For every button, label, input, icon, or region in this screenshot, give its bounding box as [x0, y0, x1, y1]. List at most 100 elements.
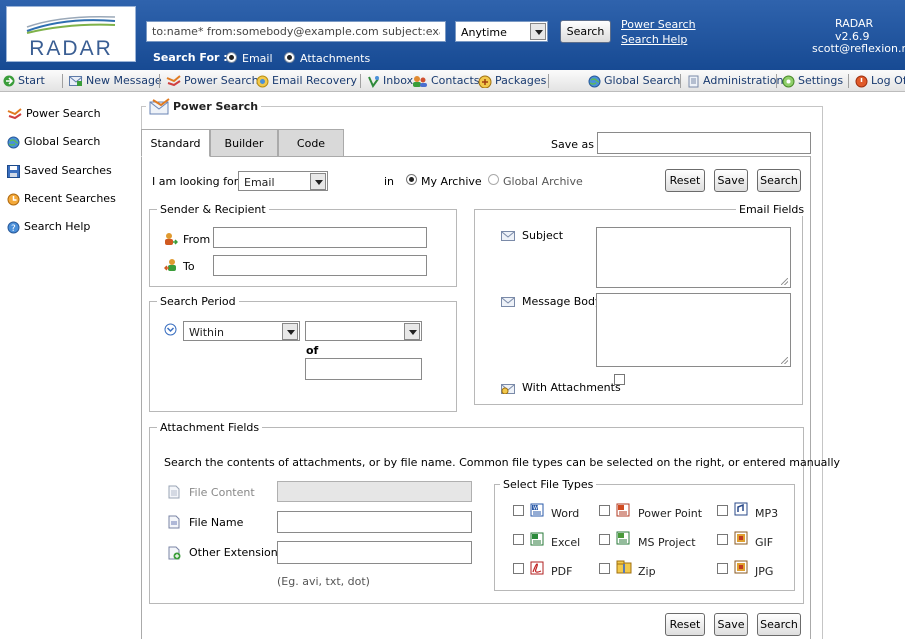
file-content-icon	[168, 485, 180, 499]
other-extension-label: Other Extension	[189, 546, 278, 559]
toolbar-power-search-label: Power Search	[184, 74, 259, 87]
toolbar-log-off[interactable]: Log Off	[855, 74, 905, 90]
search-help-link[interactable]: Search Help	[621, 33, 687, 46]
period-select[interactable]: Anytime	[455, 21, 548, 42]
zip-icon	[616, 560, 632, 574]
email-recovery-icon	[256, 75, 269, 87]
toolbar-inbox[interactable]: Inbox	[367, 74, 413, 90]
file-name-input[interactable]	[277, 511, 472, 533]
period-amount-input[interactable]	[305, 358, 422, 380]
filetype-mp3-label: MP3	[755, 507, 779, 520]
tab-builder[interactable]: Builder	[210, 129, 278, 157]
mp3-icon	[734, 502, 748, 516]
save-button[interactable]: Save	[714, 169, 748, 192]
toolbar-settings-label: Settings	[798, 74, 844, 87]
powerpoint-icon	[616, 503, 630, 517]
toolbar-contacts[interactable]: Contacts	[412, 74, 480, 90]
toolbar-global-search[interactable]: Global Search	[588, 74, 680, 90]
toolbar-power-search[interactable]: Power Search	[166, 74, 259, 90]
in-label: in	[384, 175, 395, 188]
power-search-envelope-icon	[149, 98, 170, 115]
period-type-value: Within	[189, 326, 225, 339]
main-toolbar: Start New Message Power Search Email Rec…	[0, 70, 905, 92]
sidebar-item-global-search[interactable]: Global Search	[7, 135, 100, 151]
word-icon: W	[530, 503, 544, 517]
toolbar-email-recovery[interactable]: Email Recovery	[256, 74, 357, 90]
chevron-down-icon[interactable]	[530, 23, 546, 40]
excel-icon	[530, 532, 544, 546]
period-toggle-icon[interactable]	[164, 323, 177, 336]
toolbar-packages-label: Packages	[495, 74, 547, 87]
period-type-select[interactable]: Within	[183, 321, 300, 341]
power-search-link[interactable]: Power Search	[621, 18, 696, 31]
power-search-icon	[7, 108, 22, 120]
period-select-value: Anytime	[461, 26, 507, 39]
filetype-msproject-checkbox[interactable]	[599, 534, 610, 545]
with-attachments-label: With Attachments	[522, 381, 621, 394]
other-extension-input[interactable]	[277, 541, 472, 564]
toolbar-packages[interactable]: Packages	[478, 74, 546, 90]
toolbar-log-off-label: Log Off	[871, 74, 905, 87]
from-person-icon	[165, 233, 178, 245]
filetype-word-checkbox[interactable]	[513, 505, 524, 516]
search-button-bottom[interactable]: Search	[757, 613, 801, 636]
new-message-icon	[69, 76, 83, 86]
subject-label: Subject	[522, 229, 564, 242]
subject-textarea[interactable]	[596, 227, 791, 288]
toolbar-start[interactable]: Start	[3, 74, 45, 90]
chevron-down-icon[interactable]	[310, 173, 326, 190]
search-email-radio[interactable]	[226, 52, 237, 63]
tab-code[interactable]: Code	[278, 129, 344, 157]
toolbar-settings[interactable]: Settings	[782, 74, 843, 90]
quick-search-button[interactable]: Search	[560, 20, 611, 43]
gif-icon	[734, 531, 748, 545]
toolbar-administration[interactable]: Administration	[687, 74, 784, 90]
reset-button-bottom[interactable]: Reset	[665, 613, 705, 636]
filetype-jpg-checkbox[interactable]	[717, 563, 728, 574]
filetype-zip-checkbox[interactable]	[599, 563, 610, 574]
toolbar-administration-label: Administration	[703, 74, 784, 87]
save-as-input[interactable]	[597, 132, 811, 154]
filetype-mp3-checkbox[interactable]	[717, 505, 728, 516]
sidebar-item-saved-searches[interactable]: Saved Searches	[7, 164, 112, 180]
of-label: of	[306, 344, 319, 357]
global-archive-radio[interactable]	[488, 174, 499, 185]
message-body-textarea[interactable]	[596, 293, 791, 367]
sidebar-item-recent-searches[interactable]: Recent Searches	[7, 192, 116, 208]
reset-button[interactable]: Reset	[665, 169, 705, 192]
globe-icon	[588, 75, 601, 87]
to-input[interactable]	[213, 255, 427, 276]
search-button[interactable]: Search	[757, 169, 801, 192]
filetype-msproject-label: MS Project	[638, 536, 696, 549]
toolbar-start-label: Start	[18, 74, 45, 87]
contacts-icon	[413, 75, 427, 87]
save-button-bottom[interactable]: Save	[714, 613, 748, 636]
chevron-down-icon[interactable]	[404, 323, 420, 340]
chevron-down-icon[interactable]	[282, 323, 298, 340]
toolbar-new-message[interactable]: New Message	[69, 74, 162, 90]
toolbar-contacts-label: Contacts	[431, 74, 480, 87]
quick-search-input[interactable]	[146, 21, 446, 42]
power-search-icon	[166, 75, 181, 87]
looking-for-select[interactable]: Email	[238, 171, 328, 191]
sidebar-item-power-search[interactable]: Power Search	[7, 107, 101, 123]
filetype-powerpoint-checkbox[interactable]	[599, 505, 610, 516]
filetype-pdf-checkbox[interactable]	[513, 563, 524, 574]
toolbar-global-search-label: Global Search	[604, 74, 681, 87]
sidebar-item-search-help[interactable]: ? Search Help	[7, 220, 90, 236]
filetype-excel-checkbox[interactable]	[513, 534, 524, 545]
search-attachments-radio[interactable]	[284, 52, 295, 63]
with-attachments-checkbox[interactable]	[614, 374, 625, 385]
radar-logo[interactable]: RADAR	[6, 6, 136, 62]
filetype-gif-checkbox[interactable]	[717, 534, 728, 545]
extension-example-hint: (Eg. avi, txt, dot)	[277, 575, 370, 588]
file-content-input[interactable]	[277, 481, 472, 502]
my-archive-radio[interactable]	[406, 174, 417, 185]
tab-standard[interactable]: Standard	[141, 129, 210, 157]
search-period-legend: Search Period	[157, 295, 239, 308]
app-version: RADAR v2.6.9	[835, 17, 874, 43]
from-input[interactable]	[213, 227, 427, 248]
period-unit-select[interactable]	[305, 321, 422, 341]
filetype-word-label: Word	[551, 507, 580, 520]
sidebar-item-label: Recent Searches	[24, 192, 116, 205]
